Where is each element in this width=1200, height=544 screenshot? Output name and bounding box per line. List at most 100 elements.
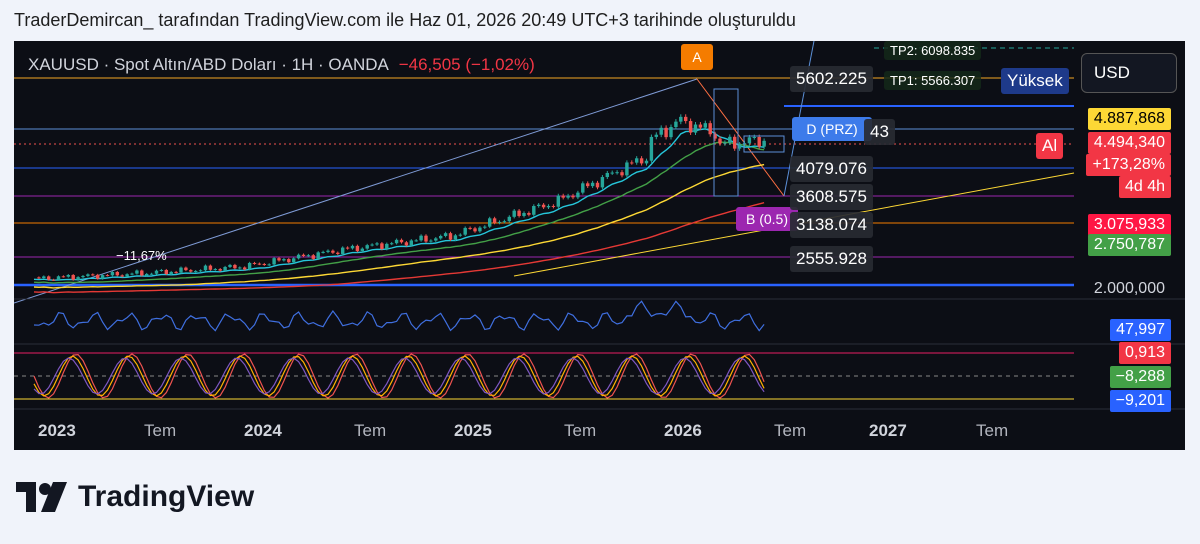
candle-body: [125, 274, 129, 277]
candle-body: [37, 277, 41, 279]
candle-body: [203, 265, 208, 271]
level-3138: 3138.074: [790, 212, 873, 238]
candle-body: [600, 177, 605, 188]
x-tick-6: 2026: [664, 421, 702, 440]
candle-body: [100, 275, 105, 279]
marker-a[interactable]: A: [681, 44, 713, 70]
candle-body: [311, 255, 316, 259]
high-label: Yüksek: [1001, 68, 1069, 94]
candle-body: [610, 172, 614, 174]
candle-body: [551, 205, 556, 207]
candle-body: [502, 221, 507, 223]
candle-body: [674, 121, 678, 128]
candle-body: [620, 172, 624, 176]
candle-body: [154, 270, 159, 274]
candle-body: [135, 270, 139, 274]
rsi-line: [33, 300, 765, 332]
candle-body: [287, 259, 291, 263]
candle-body: [247, 262, 252, 270]
candle-body: [282, 259, 286, 261]
candle-body: [639, 158, 644, 164]
candle-body: [732, 136, 737, 149]
candle-body: [590, 182, 595, 187]
buy-label[interactable]: Al: [1036, 133, 1064, 159]
price-tag-6: 47,997: [1110, 319, 1171, 341]
candle-body: [556, 195, 561, 207]
candle-body: [316, 252, 320, 259]
candle-body: [257, 263, 262, 265]
candle-body: [120, 275, 124, 277]
candle-body: [434, 238, 438, 241]
candle-body: [385, 243, 389, 250]
level-43: 43: [864, 119, 895, 145]
pct-label: −11,67%: [116, 248, 167, 263]
candle-body: [664, 127, 668, 138]
level-5602: 5602.225: [790, 66, 873, 92]
candle-body: [306, 255, 311, 257]
candle-body: [149, 273, 154, 275]
candle-body: [512, 210, 516, 217]
candle-body: [468, 227, 472, 229]
candle-body: [242, 267, 247, 270]
tp2-label: TP2: 6098.835: [884, 41, 982, 60]
candle-body: [669, 127, 673, 138]
price-tag-8: −8,288: [1109, 366, 1171, 388]
candle-body: [193, 271, 198, 273]
candle-body: [718, 138, 722, 144]
candle-body: [507, 216, 512, 222]
candle-body: [301, 254, 306, 257]
candle-body: [679, 116, 683, 122]
candle-body: [291, 258, 296, 263]
candle-body: [625, 162, 629, 176]
candle-body: [463, 227, 467, 235]
price-chart[interactable]: XAUUSD · Spot Altın/ABD Doları · 1H · OA…: [14, 41, 1185, 450]
candle-body: [473, 228, 477, 232]
marker-d-prz[interactable]: D (PRZ): [792, 117, 872, 141]
candle-body: [223, 266, 227, 271]
x-tick-3: Tem: [354, 421, 387, 440]
candle-body: [429, 240, 433, 242]
symbol-change: −46,505 (−1,02%): [398, 55, 535, 74]
candle-body: [561, 195, 565, 198]
candle-body: [634, 158, 639, 163]
candle-body: [683, 116, 688, 122]
ma-yellow: [33, 163, 765, 289]
candle-body: [487, 218, 492, 227]
candle-body: [218, 269, 222, 271]
symbol-title: XAUUSD · Spot Altın/ABD Doları · 1H · OA…: [28, 55, 388, 74]
candle-body: [728, 136, 732, 143]
x-tick-8: 2027: [869, 421, 907, 440]
candle-body: [370, 244, 374, 246]
candle-body: [723, 142, 727, 144]
candle-body: [605, 172, 610, 178]
candle-body: [140, 270, 144, 276]
x-tick-1: Tem: [144, 421, 177, 440]
candle-body: [164, 269, 169, 275]
x-tick-7: Tem: [774, 421, 807, 440]
candle-body: [458, 234, 463, 236]
candle-body: [581, 183, 585, 193]
currency-button[interactable]: USD: [1081, 53, 1177, 93]
x-tick-5: Tem: [564, 421, 597, 440]
marker-b[interactable]: B (0.5): [736, 207, 798, 231]
candle-body: [478, 227, 482, 232]
candle-body: [179, 267, 183, 273]
candle-body: [576, 192, 580, 198]
candle-body: [757, 136, 761, 147]
candle-body: [762, 140, 766, 147]
candle-body: [424, 235, 428, 242]
price-tag-9: −9,201: [1109, 390, 1171, 412]
tp1-label: TP1: 5566.307: [884, 71, 982, 90]
candle-body: [419, 235, 423, 241]
chart-header: TraderDemircan_ tarafından TradingView.c…: [14, 10, 796, 30]
price-tag-2c: 4d 4h: [1118, 176, 1171, 198]
symbol-info[interactable]: XAUUSD · Spot Altın/ABD Doları · 1H · OA…: [28, 55, 535, 75]
candle-body: [492, 218, 497, 223]
candle-body: [497, 221, 502, 223]
candle-body: [453, 235, 458, 240]
candle-body: [66, 275, 71, 277]
candle-body: [296, 254, 301, 259]
candle-body: [438, 235, 443, 239]
candle-body: [532, 206, 536, 215]
candle-body: [144, 273, 149, 276]
